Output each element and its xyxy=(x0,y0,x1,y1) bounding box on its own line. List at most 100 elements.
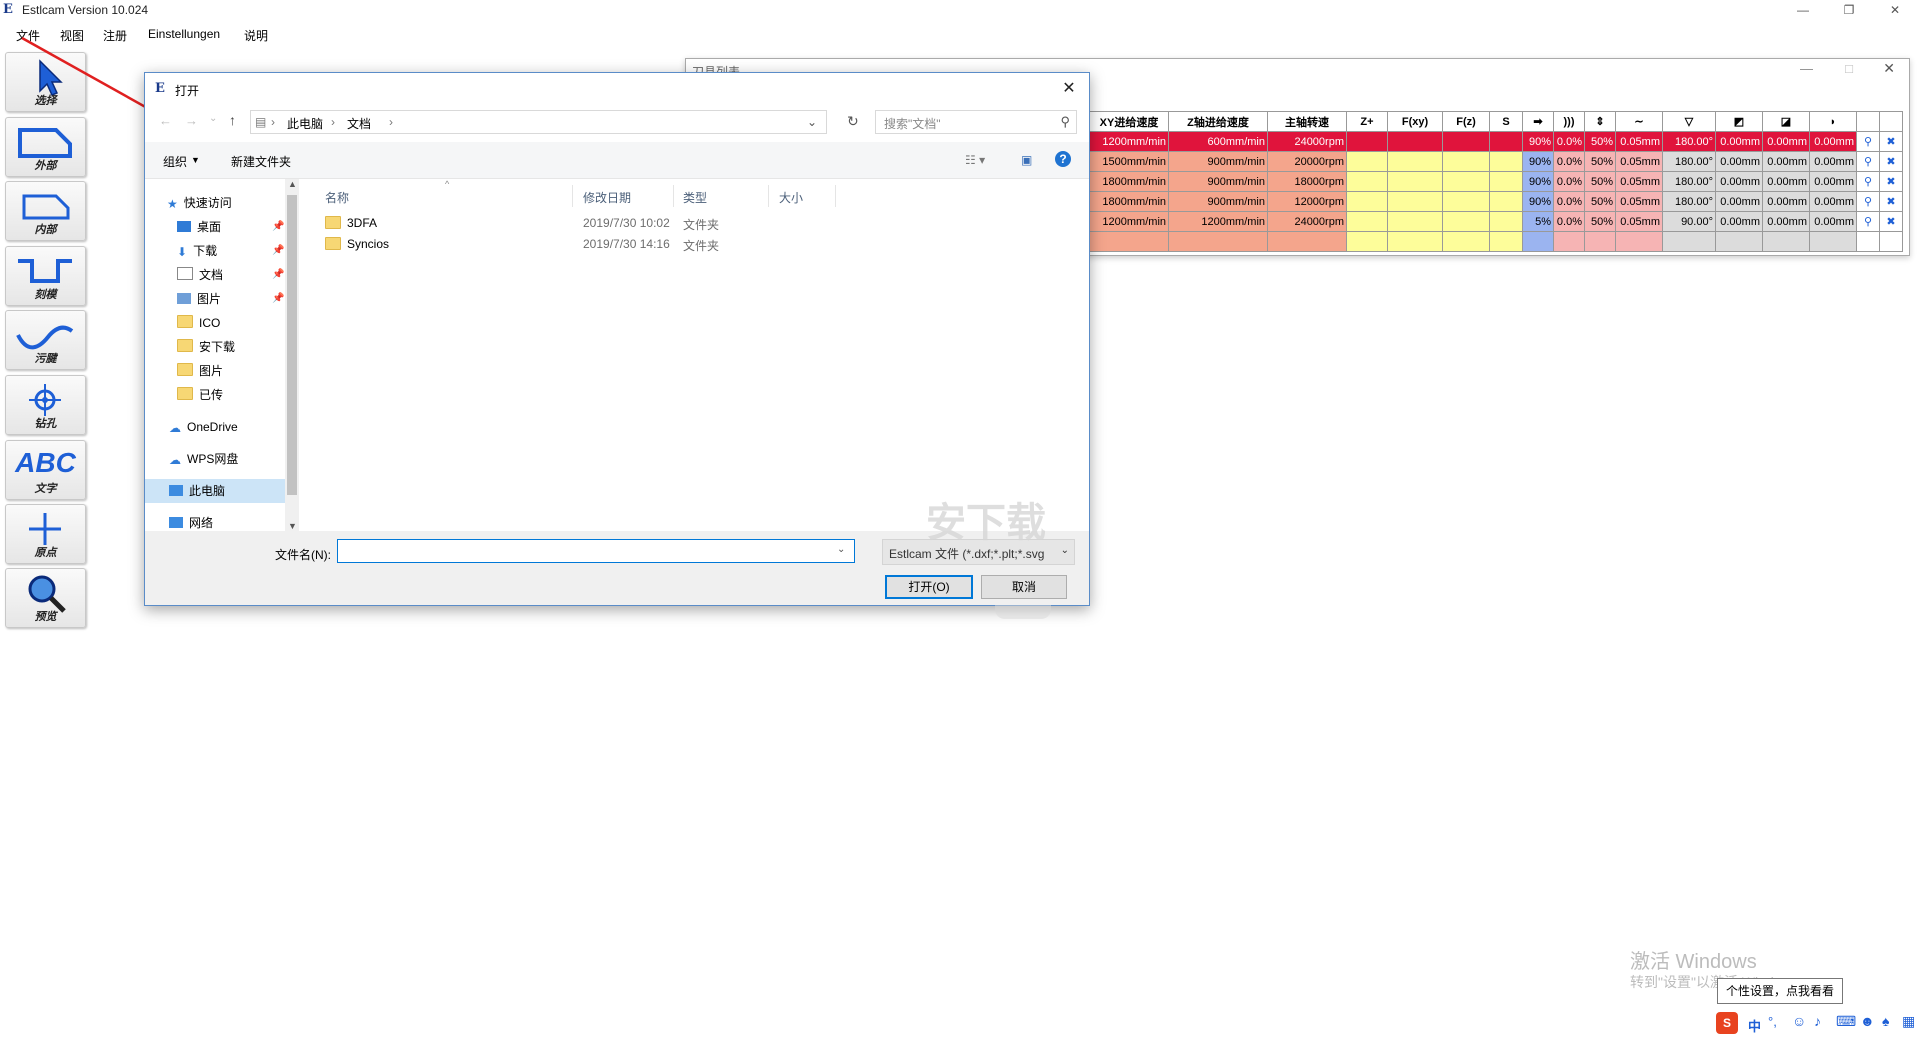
finish-cell[interactable]: 0.05mm xyxy=(1615,131,1663,152)
restore-button[interactable]: ❐ xyxy=(1826,0,1872,21)
file-row[interactable]: Syncios 2019/7/30 14:16 文件夹 xyxy=(305,234,1085,254)
d1-cell[interactable]: 0.00mm xyxy=(1715,191,1763,212)
z-feed-cell[interactable]: 900mm/min xyxy=(1168,151,1268,172)
z-plus-cell[interactable] xyxy=(1346,191,1388,212)
fz-cell[interactable] xyxy=(1442,131,1490,152)
empty-cell[interactable] xyxy=(1168,231,1268,252)
engrave-button[interactable]: 刻模 xyxy=(5,246,86,306)
tool-list-close-button[interactable]: ✕ xyxy=(1883,60,1895,77)
fxy-cell[interactable] xyxy=(1387,131,1443,152)
nav-this-pc[interactable]: 此电脑 xyxy=(145,479,285,503)
column-type[interactable]: 类型 xyxy=(683,189,707,206)
z-plus-cell[interactable] xyxy=(1346,131,1388,152)
back-arrow-icon[interactable]: ← xyxy=(159,113,172,128)
tool-row[interactable]: 1200mm/min 600mm/min 24000rpm 90% 0.0% 5… xyxy=(1089,131,1903,152)
address-bar[interactable]: ▤ › 此电脑 › 文档 › ⌄ xyxy=(250,110,827,134)
delete-icon[interactable]: ✖ xyxy=(1879,131,1903,152)
fxy-cell[interactable] xyxy=(1387,191,1443,212)
empty-cell[interactable] xyxy=(1809,231,1857,252)
angle-cell[interactable]: 90.00° xyxy=(1662,211,1716,232)
breadcrumb-this-pc[interactable]: 此电脑 xyxy=(287,115,323,132)
origin-button[interactable]: 原点 xyxy=(5,504,86,564)
search-icon[interactable]: ⚲ xyxy=(1856,171,1880,192)
z-feed-cell[interactable]: 600mm/min xyxy=(1168,131,1268,152)
s-cell[interactable] xyxy=(1489,131,1523,152)
d1-cell[interactable]: 0.00mm xyxy=(1715,151,1763,172)
up-arrow-icon[interactable]: ↑ xyxy=(229,112,236,128)
minimize-button[interactable]: — xyxy=(1780,0,1826,21)
d2-cell[interactable]: 0.00mm xyxy=(1762,171,1810,192)
text-tool-button[interactable]: ABC 文字 xyxy=(5,440,86,500)
empty-cell[interactable] xyxy=(1489,231,1523,252)
depth-cell[interactable]: 0.0% xyxy=(1553,171,1585,192)
microphone-icon[interactable]: ♪ xyxy=(1814,1013,1821,1029)
ramp-cell[interactable]: 50% xyxy=(1584,151,1616,172)
col-fxy[interactable]: F(xy) xyxy=(1387,111,1443,132)
tool-list-maximize-button[interactable]: □ xyxy=(1845,61,1853,76)
finish-cell[interactable]: 0.05mm xyxy=(1615,151,1663,172)
cancel-button[interactable]: 取消 xyxy=(981,575,1067,599)
d3-cell[interactable]: 0.00mm xyxy=(1809,171,1857,192)
tool-row[interactable]: 1800mm/min 900mm/min 12000rpm 90% 0.0% 5… xyxy=(1089,191,1903,212)
empty-cell[interactable] xyxy=(1442,231,1490,252)
ramp-cell[interactable]: 50% xyxy=(1584,191,1616,212)
inner-contour-button[interactable]: 内部 xyxy=(5,181,86,241)
fz-cell[interactable] xyxy=(1442,211,1490,232)
keyboard-icon[interactable]: ⌨ xyxy=(1836,1013,1856,1030)
address-dropdown-icon[interactable]: ⌄ xyxy=(807,115,817,129)
col-xy-feed[interactable]: XY进给速度 xyxy=(1089,111,1169,132)
finish-cell[interactable]: 0.05mm xyxy=(1615,191,1663,212)
z-feed-cell[interactable]: 900mm/min xyxy=(1168,191,1268,212)
xy-feed-cell[interactable]: 1800mm/min xyxy=(1089,171,1169,192)
empty-cell[interactable] xyxy=(1762,231,1810,252)
angle-cell[interactable]: 180.00° xyxy=(1662,131,1716,152)
stepover-cell[interactable]: 90% xyxy=(1522,191,1554,212)
forward-arrow-icon[interactable]: → xyxy=(185,113,198,128)
column-divider[interactable] xyxy=(768,185,769,207)
d2-cell[interactable]: 0.00mm xyxy=(1762,151,1810,172)
recent-dropdown-icon[interactable]: ⌄ xyxy=(209,113,217,124)
empty-cell[interactable] xyxy=(1089,231,1169,252)
nav-onedrive[interactable]: ☁ OneDrive xyxy=(169,415,238,439)
ime-mode-indicator[interactable]: 中 xyxy=(1748,1016,1761,1035)
scroll-down-icon[interactable]: ▼ xyxy=(288,521,297,531)
ramp-cell[interactable]: 50% xyxy=(1584,171,1616,192)
d1-cell[interactable]: 0.00mm xyxy=(1715,171,1763,192)
column-size[interactable]: 大小 xyxy=(779,189,803,206)
spindle-cell[interactable]: 24000rpm xyxy=(1267,211,1347,232)
stepover-cell[interactable]: 90% xyxy=(1522,171,1554,192)
empty-cell[interactable] xyxy=(1346,231,1388,252)
finish-cell[interactable]: 0.05mm xyxy=(1615,171,1663,192)
drill-button[interactable]: 钻孔 xyxy=(5,375,86,435)
s-cell[interactable] xyxy=(1489,211,1523,232)
fxy-cell[interactable] xyxy=(1387,171,1443,192)
close-button[interactable]: ✕ xyxy=(1872,0,1918,21)
z-plus-cell[interactable] xyxy=(1346,171,1388,192)
depth-cell[interactable]: 0.0% xyxy=(1553,131,1585,152)
breadcrumb-documents[interactable]: 文档 xyxy=(347,115,371,132)
d2-cell[interactable]: 0.00mm xyxy=(1762,131,1810,152)
spindle-cell[interactable]: 18000rpm xyxy=(1267,171,1347,192)
delete-icon[interactable]: ✖ xyxy=(1879,211,1903,232)
z-plus-cell[interactable] xyxy=(1346,211,1388,232)
fxy-cell[interactable] xyxy=(1387,211,1443,232)
column-date[interactable]: 修改日期 xyxy=(583,189,631,206)
wave-tool-button[interactable]: 污腱 xyxy=(5,310,86,370)
punctuation-icon[interactable]: °, xyxy=(1768,1014,1777,1029)
fz-cell[interactable] xyxy=(1442,151,1490,172)
column-divider[interactable] xyxy=(673,185,674,207)
z-plus-cell[interactable] xyxy=(1346,151,1388,172)
delete-icon[interactable]: ✖ xyxy=(1879,191,1903,212)
empty-cell[interactable] xyxy=(1553,231,1585,252)
z-feed-cell[interactable]: 1200mm/min xyxy=(1168,211,1268,232)
ramp-cell[interactable]: 50% xyxy=(1584,211,1616,232)
search-icon[interactable]: ⚲ xyxy=(1060,114,1070,130)
spindle-cell[interactable]: 12000rpm xyxy=(1267,191,1347,212)
search-box[interactable]: 搜索"文档" ⚲ xyxy=(875,110,1077,134)
tool-row[interactable]: 1800mm/min 900mm/min 18000rpm 90% 0.0% 5… xyxy=(1089,171,1903,192)
nav-quick-access[interactable]: ★ 快速访问 xyxy=(167,191,232,215)
d2-cell[interactable]: 0.00mm xyxy=(1762,191,1810,212)
col-s[interactable]: S xyxy=(1489,111,1523,132)
filename-input[interactable] xyxy=(337,539,855,563)
angle-cell[interactable]: 180.00° xyxy=(1662,151,1716,172)
